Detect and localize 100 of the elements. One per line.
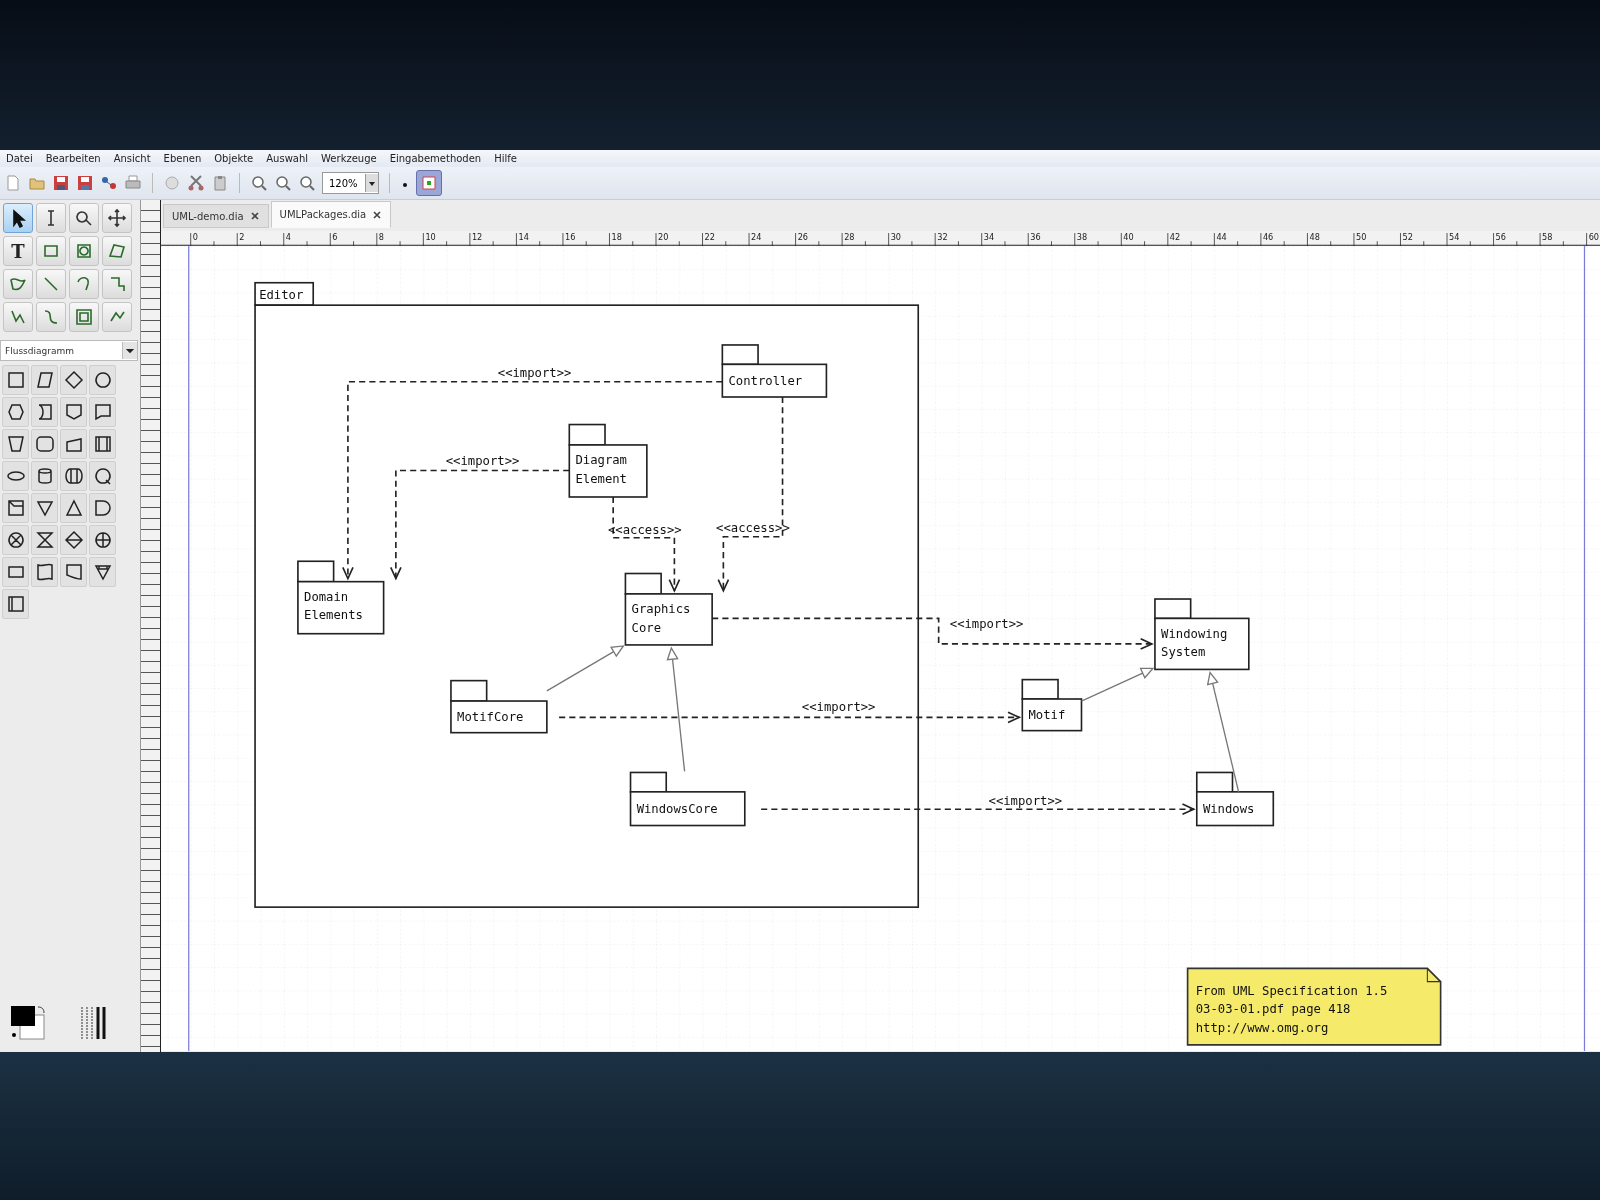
- menu-item[interactable]: Hilfe: [494, 153, 517, 164]
- shape-button[interactable]: [31, 557, 58, 587]
- caret-icon: [122, 342, 137, 359]
- document-tab[interactable]: UMLPackages.dia: [270, 201, 392, 228]
- flowchart-shape-icon: [92, 562, 113, 582]
- menu-item[interactable]: Objekte: [214, 153, 254, 164]
- ruler-number: 22: [704, 232, 715, 243]
- tool-button[interactable]: [69, 203, 99, 233]
- shape-button[interactable]: [89, 557, 116, 587]
- zoom-combo[interactable]: 120%: [322, 172, 379, 194]
- tool-button[interactable]: [3, 269, 33, 299]
- snap-toggle[interactable]: [416, 170, 442, 196]
- stereotype-label: <<import>>: [497, 365, 572, 380]
- ruler-number: 34: [983, 232, 995, 243]
- shape-button[interactable]: [89, 365, 116, 395]
- package-label: Controller: [728, 373, 803, 388]
- ruler-number: 60: [1588, 232, 1600, 243]
- ruler-number: 12: [471, 232, 483, 243]
- ruler-number: 30: [890, 232, 902, 243]
- shape-button[interactable]: [60, 461, 87, 491]
- flowchart-shape-icon: [5, 402, 26, 422]
- print-icon[interactable]: [124, 174, 142, 192]
- shape-button[interactable]: [60, 397, 87, 427]
- menu-item[interactable]: Ansicht: [113, 153, 151, 164]
- stereotype-label: <<import>>: [988, 794, 1063, 809]
- tool-button[interactable]: [3, 203, 33, 233]
- shape-button[interactable]: [31, 461, 58, 491]
- ruler-number: 40: [1123, 232, 1134, 243]
- zoom-out-icon[interactable]: [274, 174, 292, 192]
- shape-button[interactable]: [2, 461, 29, 491]
- menu-item[interactable]: Auswahl: [266, 153, 309, 164]
- document-tab[interactable]: UML-demo.dia: [163, 204, 269, 228]
- package-label: Diagram: [575, 453, 627, 468]
- magnifier-icon: [74, 208, 94, 228]
- package-label: Core: [631, 620, 661, 635]
- menu-item[interactable]: Datei: [6, 153, 33, 164]
- ruler-number: 24: [751, 232, 762, 243]
- sheet-dropdown[interactable]: Flussdiagramm: [0, 340, 138, 361]
- menu-item[interactable]: Werkzeuge: [321, 153, 377, 164]
- package-label: MotifCore: [457, 709, 524, 724]
- package-label: Elements: [304, 608, 363, 623]
- shape-button[interactable]: [89, 525, 116, 555]
- shape-button[interactable]: [31, 365, 58, 395]
- tool-button[interactable]: [36, 203, 66, 233]
- ruler-number: 32: [937, 232, 948, 243]
- menu-item[interactable]: Ebenen: [163, 153, 202, 164]
- shape-button[interactable]: [2, 365, 29, 395]
- ruler-number: 48: [1309, 232, 1320, 243]
- shape-button[interactable]: [2, 557, 29, 587]
- flowchart-shape-icon: [5, 434, 26, 454]
- save-icon[interactable]: [52, 174, 70, 192]
- shape-button[interactable]: [2, 589, 29, 619]
- ruler-number: 20: [658, 232, 669, 243]
- tool-button[interactable]: [102, 203, 132, 233]
- shape-button[interactable]: [31, 525, 58, 555]
- zoom-fit-icon[interactable]: [298, 174, 316, 192]
- shape-button[interactable]: [2, 397, 29, 427]
- shape-button[interactable]: [31, 397, 58, 427]
- shape-button[interactable]: [31, 429, 58, 459]
- tool-button[interactable]: T: [3, 236, 33, 266]
- shape-button[interactable]: [89, 429, 116, 459]
- zoom-in-icon[interactable]: [250, 174, 268, 192]
- shape-button[interactable]: [60, 365, 87, 395]
- ruler-number: 38: [1076, 232, 1088, 243]
- ruler-number: 4: [285, 232, 291, 243]
- caret-icon: [365, 174, 378, 192]
- shape-button[interactable]: [89, 397, 116, 427]
- ruler-number: 44: [1216, 232, 1227, 243]
- export-icon[interactable]: [100, 174, 118, 192]
- shape-button[interactable]: [60, 525, 87, 555]
- flowchart-shape-icon: [34, 498, 55, 518]
- clipboard-icon[interactable]: [211, 174, 229, 192]
- menu-item[interactable]: Bearbeiten: [45, 153, 101, 164]
- shape-button[interactable]: [89, 493, 116, 523]
- menu-item[interactable]: Eingabemethoden: [389, 153, 482, 164]
- ruler-number: 8: [378, 232, 385, 243]
- shape-button[interactable]: [2, 493, 29, 523]
- shape-button[interactable]: [2, 429, 29, 459]
- package-label: Editor: [259, 288, 304, 303]
- stereotype-label: <<access>>: [716, 520, 790, 535]
- ruler-number: 46: [1262, 232, 1274, 243]
- color-swatch-icon[interactable]: [8, 1003, 48, 1043]
- flowchart-shape-icon: [63, 370, 84, 390]
- flowchart-shape-icon: [5, 530, 26, 550]
- note-text: http://www.omg.org: [1195, 1020, 1329, 1035]
- shape-button[interactable]: [31, 493, 58, 523]
- save-as-icon[interactable]: [76, 174, 94, 192]
- tool-button[interactable]: [102, 236, 132, 266]
- shape-button[interactable]: [89, 461, 116, 491]
- close-icon[interactable]: [249, 211, 260, 221]
- close-icon[interactable]: [372, 209, 383, 220]
- shape-button[interactable]: [60, 493, 87, 523]
- ruler-number: 18: [611, 232, 622, 243]
- flowchart-shape-icon: [92, 402, 113, 422]
- package-label: Graphics: [631, 602, 691, 617]
- scissors-icon[interactable]: [187, 174, 205, 192]
- shape-button[interactable]: [60, 557, 87, 587]
- shape-button[interactable]: [60, 429, 87, 459]
- package-label: System: [1161, 645, 1206, 660]
- shape-button[interactable]: [2, 525, 29, 555]
